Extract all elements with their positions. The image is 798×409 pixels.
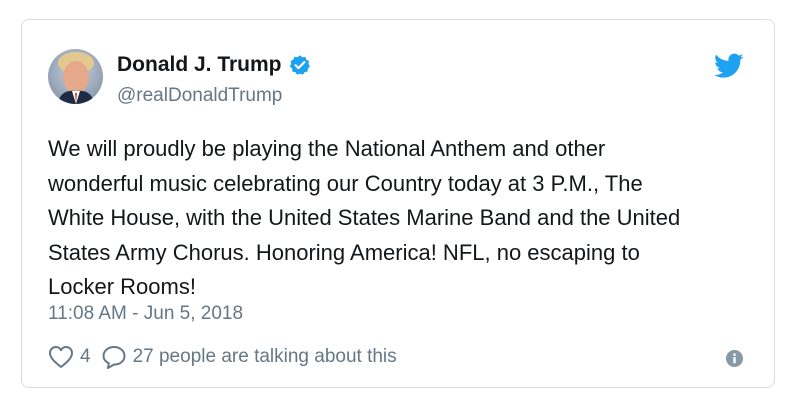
tweet-actions: 4 27 people are talking about this [48, 344, 397, 370]
avatar-image [48, 49, 103, 104]
author-handle[interactable]: @realDonaldTrump [117, 85, 282, 107]
avatar[interactable] [48, 49, 103, 104]
tweet-card: Donald J. Trump @realDonaldTrump We will… [21, 19, 775, 388]
verified-badge-icon [289, 54, 311, 76]
author-row: Donald J. Trump [117, 53, 311, 77]
conversation-count-text[interactable]: 27 people are talking about this [133, 346, 397, 368]
heart-icon[interactable] [48, 345, 74, 369]
author-name[interactable]: Donald J. Trump [117, 53, 282, 77]
info-icon[interactable] [726, 350, 743, 367]
tweet-text: We will proudly be playing the National … [48, 136, 681, 299]
tweet-timestamp[interactable]: 11:08 AM - Jun 5, 2018 [48, 303, 243, 325]
like-count: 4 [80, 346, 91, 367]
twitter-bird-icon[interactable] [714, 53, 744, 79]
reply-bubble-icon[interactable] [101, 344, 127, 370]
